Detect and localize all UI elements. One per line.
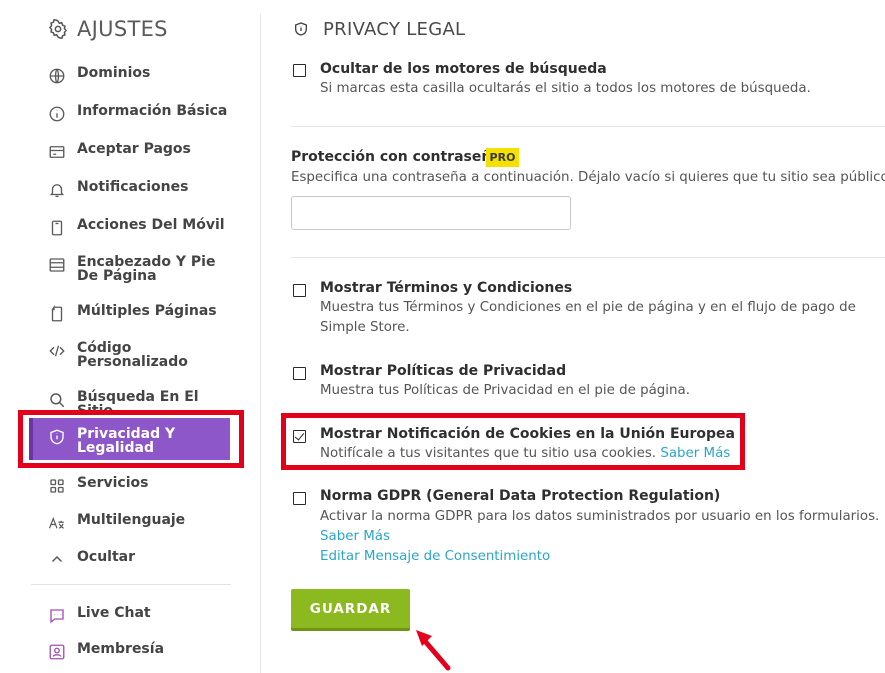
sidebar-item-custom-code[interactable]: Código Personalizado xyxy=(48,341,238,369)
highlight-box-cookies xyxy=(281,413,745,470)
terms-description: Muestra tus Términos y Condiciones en el… xyxy=(320,300,856,335)
section-divider xyxy=(291,257,885,258)
sidebar-divider xyxy=(31,584,231,585)
sidebar-item-multiple-pages[interactable]: Múltiples Páginas xyxy=(48,304,238,323)
sidebar-item-label: Live Chat xyxy=(77,605,151,621)
gear-icon xyxy=(48,19,68,39)
membership-icon xyxy=(49,644,65,660)
sidebar-item-label: Información Básica xyxy=(77,103,228,119)
sidebar-item-mobile-actions[interactable]: Acciones Del Móvil xyxy=(48,218,238,237)
sidebar-item-label: Notificaciones xyxy=(77,179,189,195)
pro-badge: PRO xyxy=(486,148,519,167)
page-header: PRIVACY LEGAL xyxy=(293,14,465,44)
sidebar-item-payments[interactable]: Aceptar Pagos xyxy=(48,142,238,161)
gdpr-description: Activar la norma GDPR para los datos sum… xyxy=(320,509,880,524)
credit-card-icon xyxy=(49,146,65,158)
chevron-up-icon xyxy=(51,555,63,563)
privacy-label: Mostrar Políticas de Privacidad xyxy=(320,363,567,379)
terms-checkbox[interactable] xyxy=(293,284,306,297)
sidebar-item-notifications[interactable]: Notificaciones xyxy=(48,180,238,199)
sidebar-item-domains[interactable]: Dominios xyxy=(48,66,238,85)
terms-label: Mostrar Términos y Condiciones xyxy=(320,280,573,296)
shield-icon xyxy=(295,22,307,36)
sidebar-item-header-footer[interactable]: Encabezado Y Pie De Página xyxy=(48,255,238,283)
sidebar-item-label: Dominios xyxy=(77,65,151,81)
password-description: Especifica una contraseña a continuación… xyxy=(291,170,885,185)
sidebar: AJUSTES Dominios Información Básica Acep… xyxy=(0,0,262,673)
save-button[interactable]: GUARDAR xyxy=(291,589,410,631)
sidebar-item-multilanguage[interactable]: Multilenguaje xyxy=(48,513,238,532)
language-icon xyxy=(48,516,65,529)
privacy-checkbox[interactable] xyxy=(293,367,306,380)
sidebar-item-label: Acciones Del Móvil xyxy=(77,217,225,233)
pages-icon xyxy=(51,305,63,322)
sidebar-header: AJUSTES xyxy=(48,14,168,44)
sidebar-item-label: Código Personalizado xyxy=(77,340,188,370)
page-title: PRIVACY LEGAL xyxy=(323,18,466,40)
gdpr-label: Norma GDPR (General Data Protection Regu… xyxy=(320,488,721,504)
mobile-icon xyxy=(51,220,63,236)
hide-search-label: Ocultar de los motores de búsqueda xyxy=(320,61,607,77)
gdpr-checkbox[interactable] xyxy=(293,492,306,505)
grid-icon xyxy=(50,479,64,493)
chat-icon xyxy=(50,609,64,624)
sidebar-title: AJUSTES xyxy=(77,17,168,41)
sidebar-item-label: Aceptar Pagos xyxy=(77,141,191,157)
sidebar-item-membership[interactable]: Membresía xyxy=(48,642,238,661)
arrow-annotation-icon xyxy=(416,630,451,671)
code-icon xyxy=(49,345,65,357)
bell-icon xyxy=(50,184,64,198)
header-footer-icon xyxy=(49,258,65,272)
sidebar-item-label: Multilenguaje xyxy=(77,512,186,528)
sidebar-item-services[interactable]: Servicios xyxy=(48,476,238,495)
sidebar-border xyxy=(260,14,261,673)
gdpr-learn-more-link[interactable]: Saber Más xyxy=(320,527,390,547)
sidebar-item-basic-info[interactable]: Información Básica xyxy=(48,104,238,123)
sidebar-item-label: Encabezado Y Pie De Página xyxy=(77,254,216,284)
highlight-box-sidebar xyxy=(18,410,244,468)
sidebar-item-live-chat[interactable]: Live Chat xyxy=(48,606,238,625)
hide-search-description: Si marcas esta casilla ocultarás el siti… xyxy=(320,81,811,96)
hide-search-checkbox[interactable] xyxy=(293,64,306,77)
sidebar-item-hide[interactable]: Ocultar xyxy=(48,550,238,569)
search-icon xyxy=(50,393,65,408)
sidebar-item-label: Servicios xyxy=(77,475,149,491)
section-divider xyxy=(291,126,885,127)
gdpr-edit-consent-link[interactable]: Editar Mensaje de Consentimiento xyxy=(320,547,550,567)
globe-icon xyxy=(49,68,65,84)
info-icon xyxy=(49,106,65,122)
sidebar-item-label: Ocultar xyxy=(77,549,136,565)
sidebar-item-label: Membresía xyxy=(77,641,165,657)
password-label: Protección con contraseña xyxy=(291,149,501,165)
password-input[interactable] xyxy=(291,196,571,230)
sidebar-item-label: Múltiples Páginas xyxy=(77,303,217,319)
privacy-description: Muestra tus Políticas de Privacidad en e… xyxy=(320,383,690,398)
